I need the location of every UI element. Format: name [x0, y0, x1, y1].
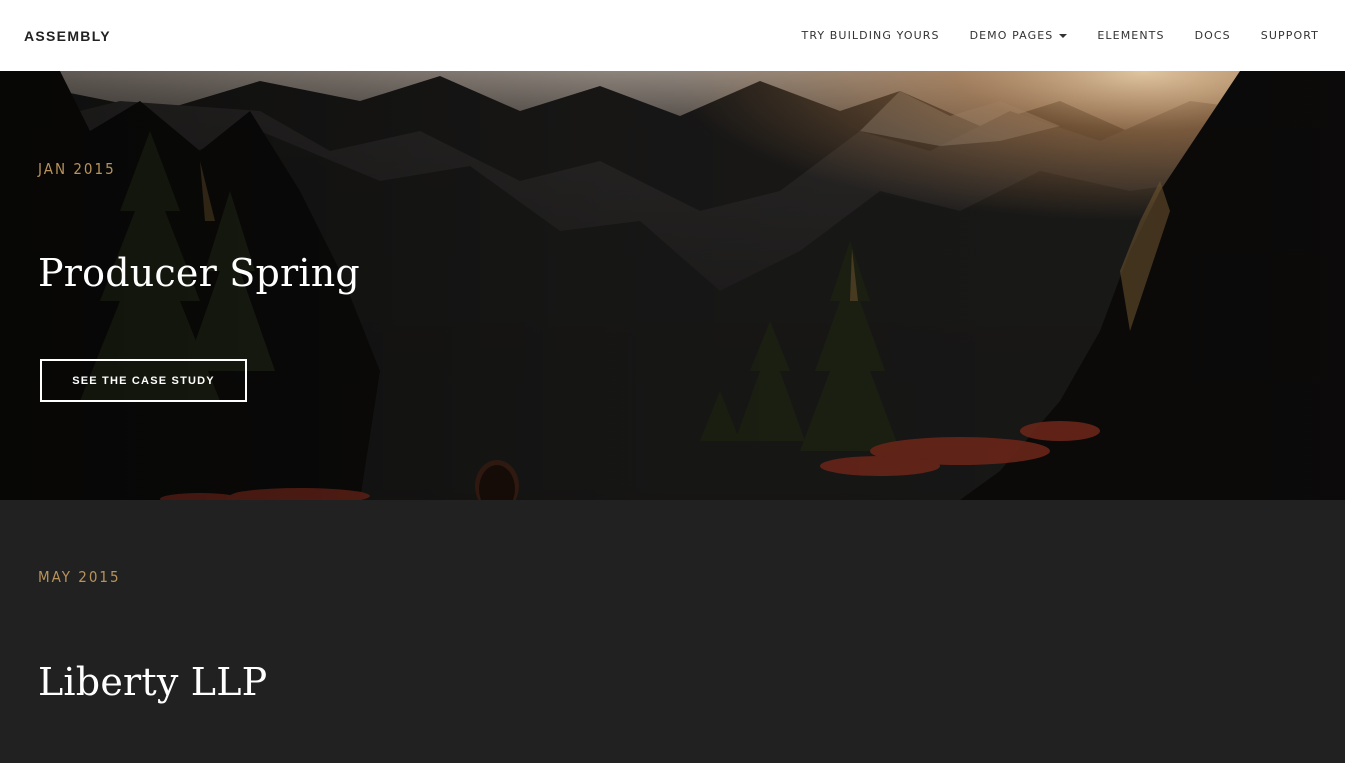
case-date: MAY 2015	[38, 568, 121, 586]
nav-link-label: SUPPORT	[1260, 29, 1319, 42]
nav-link-label: ELEMENTS	[1097, 29, 1165, 42]
see-case-study-button[interactable]: SEE THE CASE STUDY	[40, 359, 247, 402]
top-navbar: ASSEMBLY TRY BUILDING YOURS DEMO PAGES E…	[0, 0, 1345, 71]
main-nav: TRY BUILDING YOURS DEMO PAGES ELEMENTS D…	[802, 29, 1320, 42]
nav-link-try-building[interactable]: TRY BUILDING YOURS	[802, 29, 940, 42]
case-title: Liberty LLP	[38, 660, 268, 704]
nav-link-elements[interactable]: ELEMENTS	[1097, 29, 1164, 42]
nav-link-label: DEMO PAGES	[969, 29, 1054, 42]
case-title: Producer Spring	[38, 251, 360, 295]
brand-logo[interactable]: ASSEMBLY	[24, 28, 111, 44]
nav-link-demo-pages[interactable]: DEMO PAGES	[970, 29, 1068, 42]
nav-link-label: DOCS	[1194, 29, 1231, 42]
case-date: JAN 2015	[38, 160, 116, 178]
hero-section: JAN 2015 Producer Spring SEE THE CASE ST…	[0, 71, 1345, 500]
case-study-section: MAY 2015 Liberty LLP	[0, 500, 1345, 763]
caret-down-icon	[1059, 33, 1068, 38]
nav-link-label: TRY BUILDING YOURS	[801, 29, 940, 42]
nav-link-docs[interactable]: DOCS	[1195, 29, 1231, 42]
nav-link-support[interactable]: SUPPORT	[1261, 29, 1319, 42]
